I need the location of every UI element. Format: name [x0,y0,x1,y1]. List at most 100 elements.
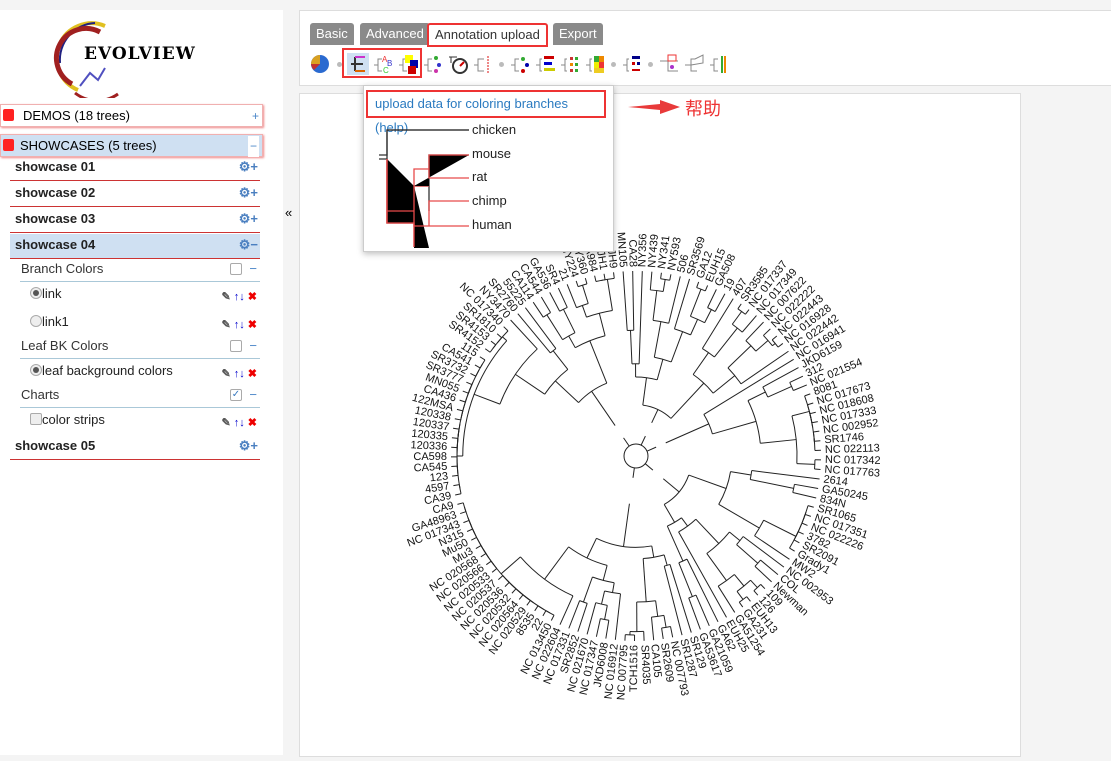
group-showcases[interactable]: SHOWCASES (5 trees)− [0,134,263,157]
protein-domain-icon[interactable] [621,53,643,75]
internal-branch [714,328,737,357]
gear-plus-icon[interactable]: ⚙+ [239,182,258,204]
leaf-branch [623,271,627,330]
tab-advanced[interactable]: Advanced [360,23,430,45]
internal-branch [792,411,809,415]
leaf-branch [742,316,756,333]
sidebar: EVOLVIEW DEMOS (18 trees)+ SHOWCASES (5 … [0,10,283,755]
leaf-branch [576,281,578,287]
root-branch [624,438,630,446]
checkbox[interactable] [30,413,42,425]
dataset-link[interactable]: link✎ ↑↓ ✖ [30,284,260,306]
internal-branch [652,546,654,557]
move-down-icon[interactable]: ↓ [239,417,245,429]
leaf-branch [567,284,576,307]
leaf-branch [790,376,803,382]
showcase-01[interactable]: showcase 01⚙+ [10,156,260,181]
internal-branch [592,391,615,425]
radio-button[interactable] [30,287,42,299]
leaf-branch [802,523,808,525]
leaf-branch [794,484,818,488]
leaf-branch [480,357,485,360]
leaf-branch [453,428,459,429]
radio-button[interactable] [30,315,42,327]
bar-chart-icon[interactable] [534,53,556,75]
expand-icon[interactable]: + [252,106,259,127]
leaf-branch [761,560,778,575]
heatmap-icon[interactable] [584,53,606,75]
collapse-icon[interactable]: − [249,336,257,356]
internal-branch [545,547,569,579]
internal-branch [583,285,589,303]
move-down-icon[interactable]: ↓ [239,368,245,380]
delete-icon[interactable]: ✖ [248,368,257,380]
group-demos[interactable]: DEMOS (18 trees)+ [0,104,263,127]
leaf-branch [689,598,701,629]
dot-plot-icon[interactable] [509,53,531,75]
leaf-branch [718,586,735,612]
internal-branch [607,279,612,310]
collapse-sidebar-icon[interactable]: « [285,205,292,220]
showcase-04[interactable]: showcase 04⚙− [10,234,260,259]
gear-plus-icon[interactable]: ⚙+ [239,208,258,230]
edit-icon[interactable]: ✎ [221,291,230,303]
showcase-02[interactable]: showcase 02⚙+ [10,182,260,207]
tab-export[interactable]: Export [553,23,603,45]
leaf-branch [813,431,819,432]
dataset-link1[interactable]: link1✎ ↑↓ ✖ [30,312,260,334]
tab-basic[interactable]: Basic [310,23,354,45]
leaf-shape-icon[interactable] [422,53,444,75]
leaf-branch [715,294,725,312]
collapse-icon[interactable]: − [249,385,257,405]
leaf-branch [739,602,742,607]
section-checkbox[interactable]: ✓ [230,389,242,401]
leaf-branch [543,611,546,616]
example-leaf: human [472,217,512,232]
root-branch [645,464,653,470]
gear-minus-icon[interactable]: ⚙− [239,234,258,256]
delete-icon[interactable]: ✖ [248,319,257,331]
edit-icon[interactable]: ✎ [221,368,230,380]
move-down-icon[interactable]: ↓ [239,291,245,303]
leaf-branch [541,297,550,312]
internal-branch [764,520,796,536]
showcase-05[interactable]: showcase 05⚙+ [10,435,260,460]
tab-annotation-upload[interactable]: Annotation upload [427,23,548,47]
collapse-clade-icon[interactable] [683,53,705,75]
showcase-03[interactable]: showcase 03⚙+ [10,208,260,233]
leaf-branch [463,520,469,522]
delete-icon[interactable]: ✖ [248,417,257,429]
leaf-branch [452,475,458,476]
bootstrap-icon[interactable] [447,53,469,75]
radio-button[interactable] [30,364,42,376]
internal-branch [653,291,657,321]
internal-branch [590,341,607,383]
move-down-icon[interactable]: ↓ [239,319,245,331]
edit-icon[interactable]: ✎ [221,417,230,429]
edit-icon[interactable]: ✎ [221,319,230,331]
gear-plus-icon[interactable]: ⚙+ [239,435,258,457]
dataset-leaf-background-colors[interactable]: leaf background colors✎ ↑↓ ✖ [30,361,260,383]
leaf-branch [476,546,481,549]
delete-icon[interactable]: ✖ [248,291,257,303]
leaf-branch [533,302,543,317]
leaf-branch [794,540,799,543]
leaf-branch [535,606,538,611]
color-strip-icon[interactable] [708,53,730,75]
leaf-branch [466,382,472,384]
heatmap-dots-icon[interactable] [559,53,581,75]
collapse-icon[interactable]: − [248,136,259,157]
annotation-text: 帮助 [685,95,721,121]
pie-chart-icon[interactable] [310,53,332,75]
gear-plus-icon[interactable]: ⚙+ [239,156,258,178]
collapse-icon[interactable]: − [249,259,257,279]
dataset-color-strips[interactable]: color strips✎ ↑↓ ✖ [30,410,260,432]
section-checkbox[interactable] [230,340,242,352]
time-scale-icon[interactable] [658,53,680,75]
internal-branch [630,330,631,364]
internal-branch [760,440,796,444]
section-checkbox[interactable] [230,263,242,275]
leaf-branch [491,341,496,345]
range-icon[interactable] [472,53,494,75]
leaf-branch [492,569,497,573]
